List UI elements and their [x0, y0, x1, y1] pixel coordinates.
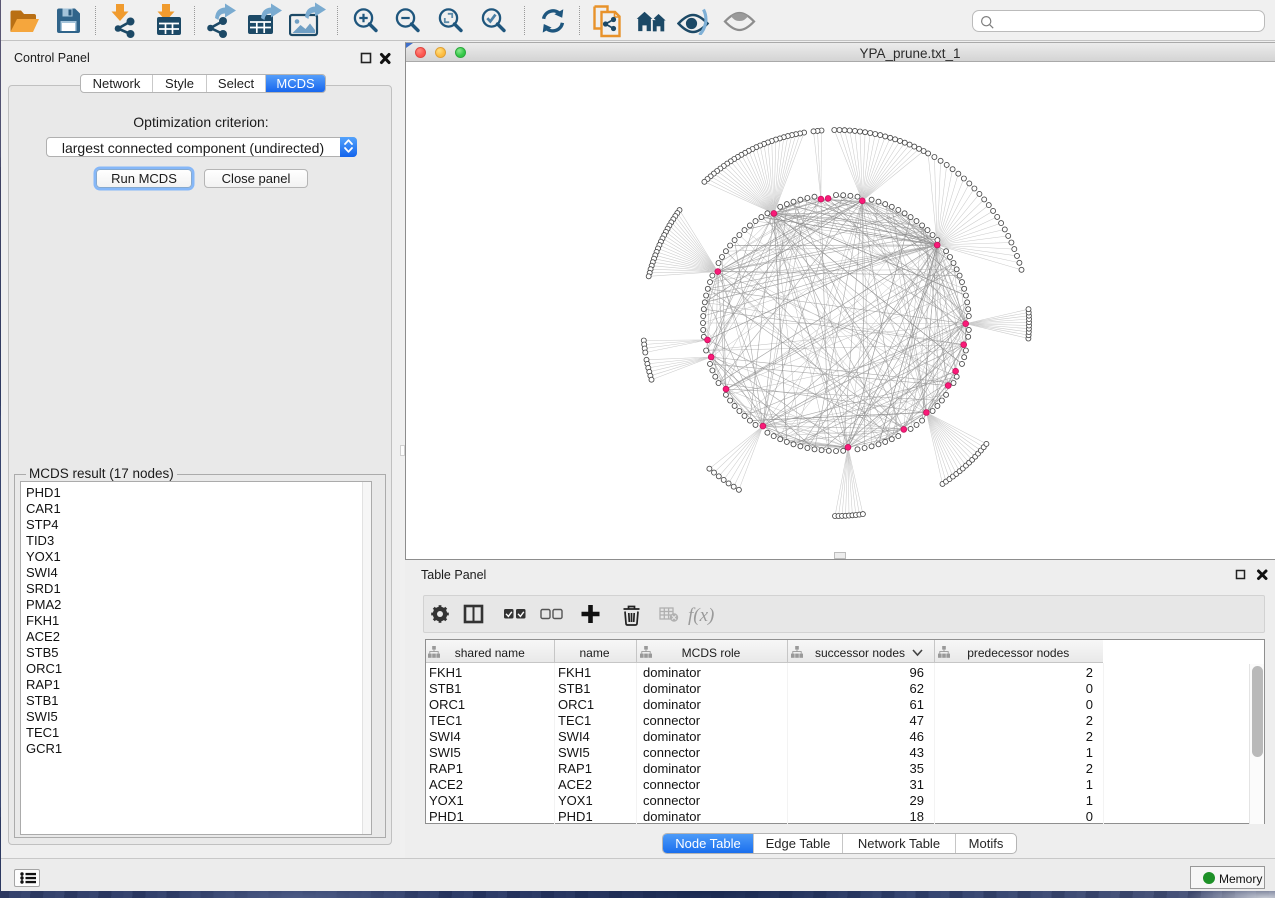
svg-text:f(x): f(x) — [688, 605, 714, 626]
